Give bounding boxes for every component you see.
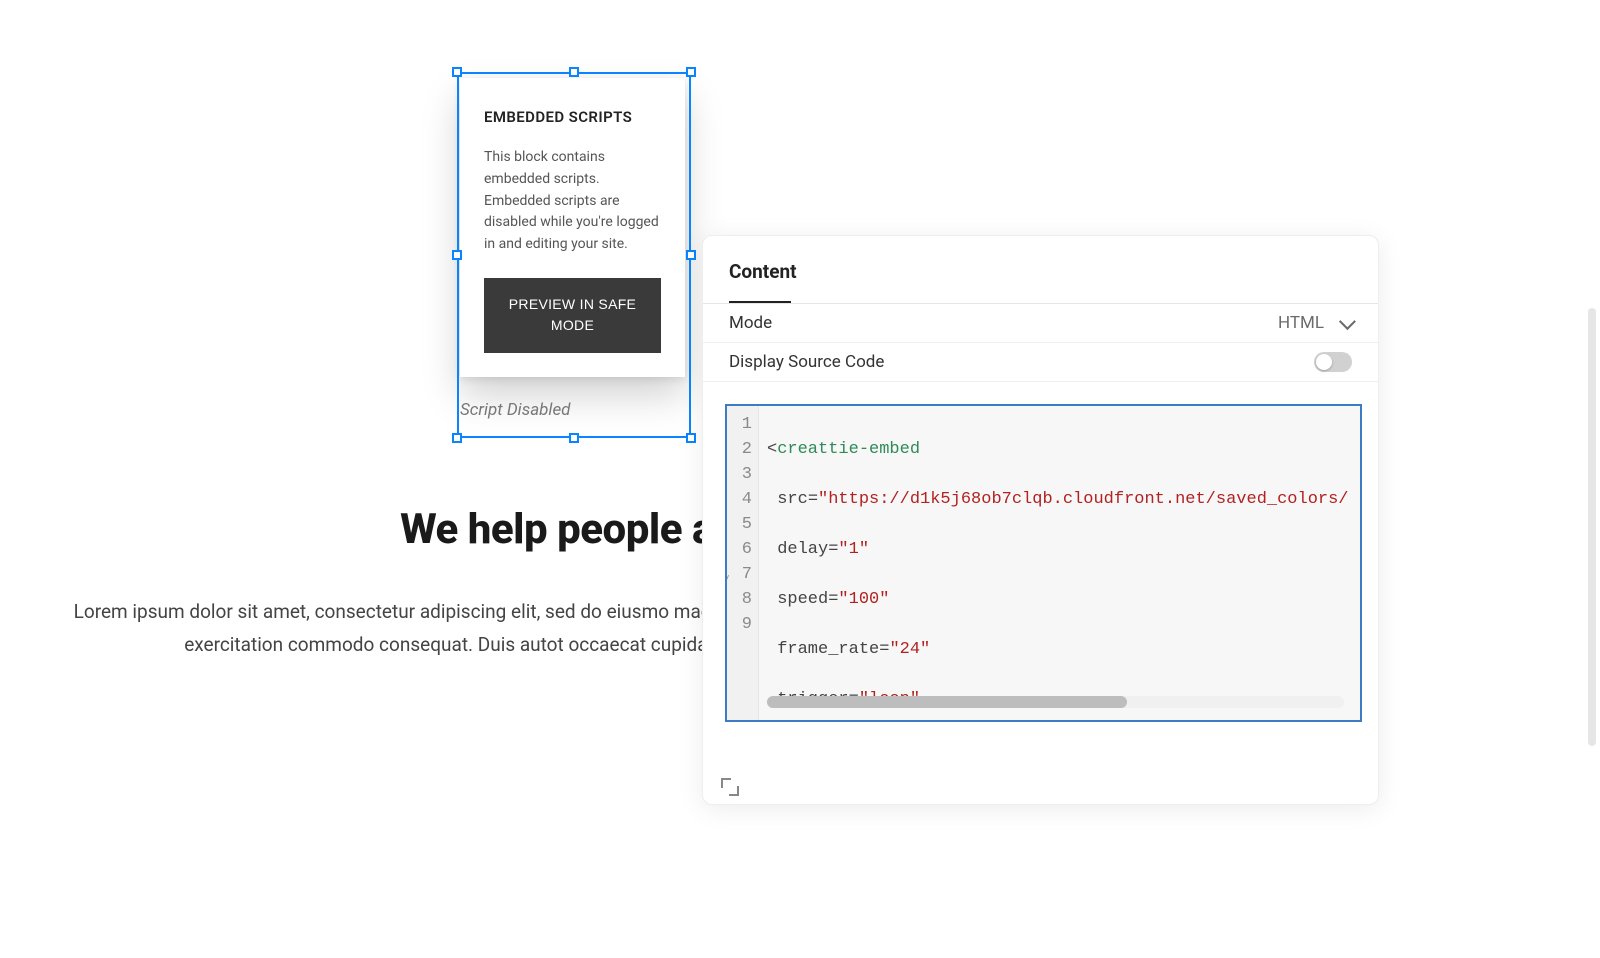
embedded-scripts-description: This block contains embedded scripts. Em… (484, 147, 661, 255)
chevron-down-icon (1339, 313, 1356, 330)
display-source-label: Display Source Code (729, 352, 884, 372)
panel-scrollbar[interactable] (1588, 308, 1596, 746)
selection-handle-tr[interactable] (686, 67, 696, 77)
selection-handle-ml[interactable] (452, 250, 462, 260)
mode-row: Mode HTML (703, 304, 1378, 343)
line-number: 2 (727, 437, 752, 462)
embedded-scripts-card[interactable]: EMBEDDED SCRIPTS This block contains emb… (460, 78, 685, 377)
line-number: 4 (727, 487, 752, 512)
selection-handle-bm[interactable] (569, 433, 579, 443)
mode-label: Mode (729, 313, 772, 333)
script-disabled-caption: Script Disabled (460, 400, 570, 420)
line-number: 3 (727, 462, 752, 487)
embedded-scripts-title: EMBEDDED SCRIPTS (484, 106, 661, 129)
mode-select[interactable]: HTML (1278, 313, 1352, 333)
preview-safe-mode-button[interactable]: PREVIEW IN SAFE MODE (484, 278, 661, 353)
line-number: 5 (727, 512, 752, 537)
editor-horizontal-scrollbar[interactable] (767, 696, 1344, 708)
fold-chevron-icon[interactable]: ˅ (725, 568, 730, 593)
mode-value: HTML (1278, 313, 1324, 333)
scrollbar-thumb[interactable] (767, 696, 1127, 708)
line-number: 1 (727, 412, 752, 437)
selection-handle-bl[interactable] (452, 433, 462, 443)
line-number: 6 (727, 537, 752, 562)
selection-handle-tl[interactable] (452, 67, 462, 77)
line-number: ˅7 (727, 562, 752, 587)
code-editor[interactable]: 1 2 3 4 5 6 ˅7 8 9 <creattie-embed src="… (725, 404, 1362, 722)
selection-handle-br[interactable] (686, 433, 696, 443)
line-number: 8 (727, 587, 752, 612)
selection-handle-mr[interactable] (686, 250, 696, 260)
display-source-row: Display Source Code (703, 343, 1378, 382)
selection-handle-tm[interactable] (569, 67, 579, 77)
display-source-toggle[interactable] (1314, 352, 1352, 372)
code-gutter: 1 2 3 4 5 6 ˅7 8 9 (727, 406, 759, 720)
line-number: 9 (727, 612, 752, 637)
inspector-panel: Content Mode HTML Display Source Code 1 … (702, 235, 1379, 805)
panel-tab-content[interactable]: Content (703, 236, 1378, 293)
code-content[interactable]: <creattie-embed src="https://d1k5j68ob7c… (759, 406, 1360, 720)
expand-editor-icon[interactable] (721, 778, 739, 796)
